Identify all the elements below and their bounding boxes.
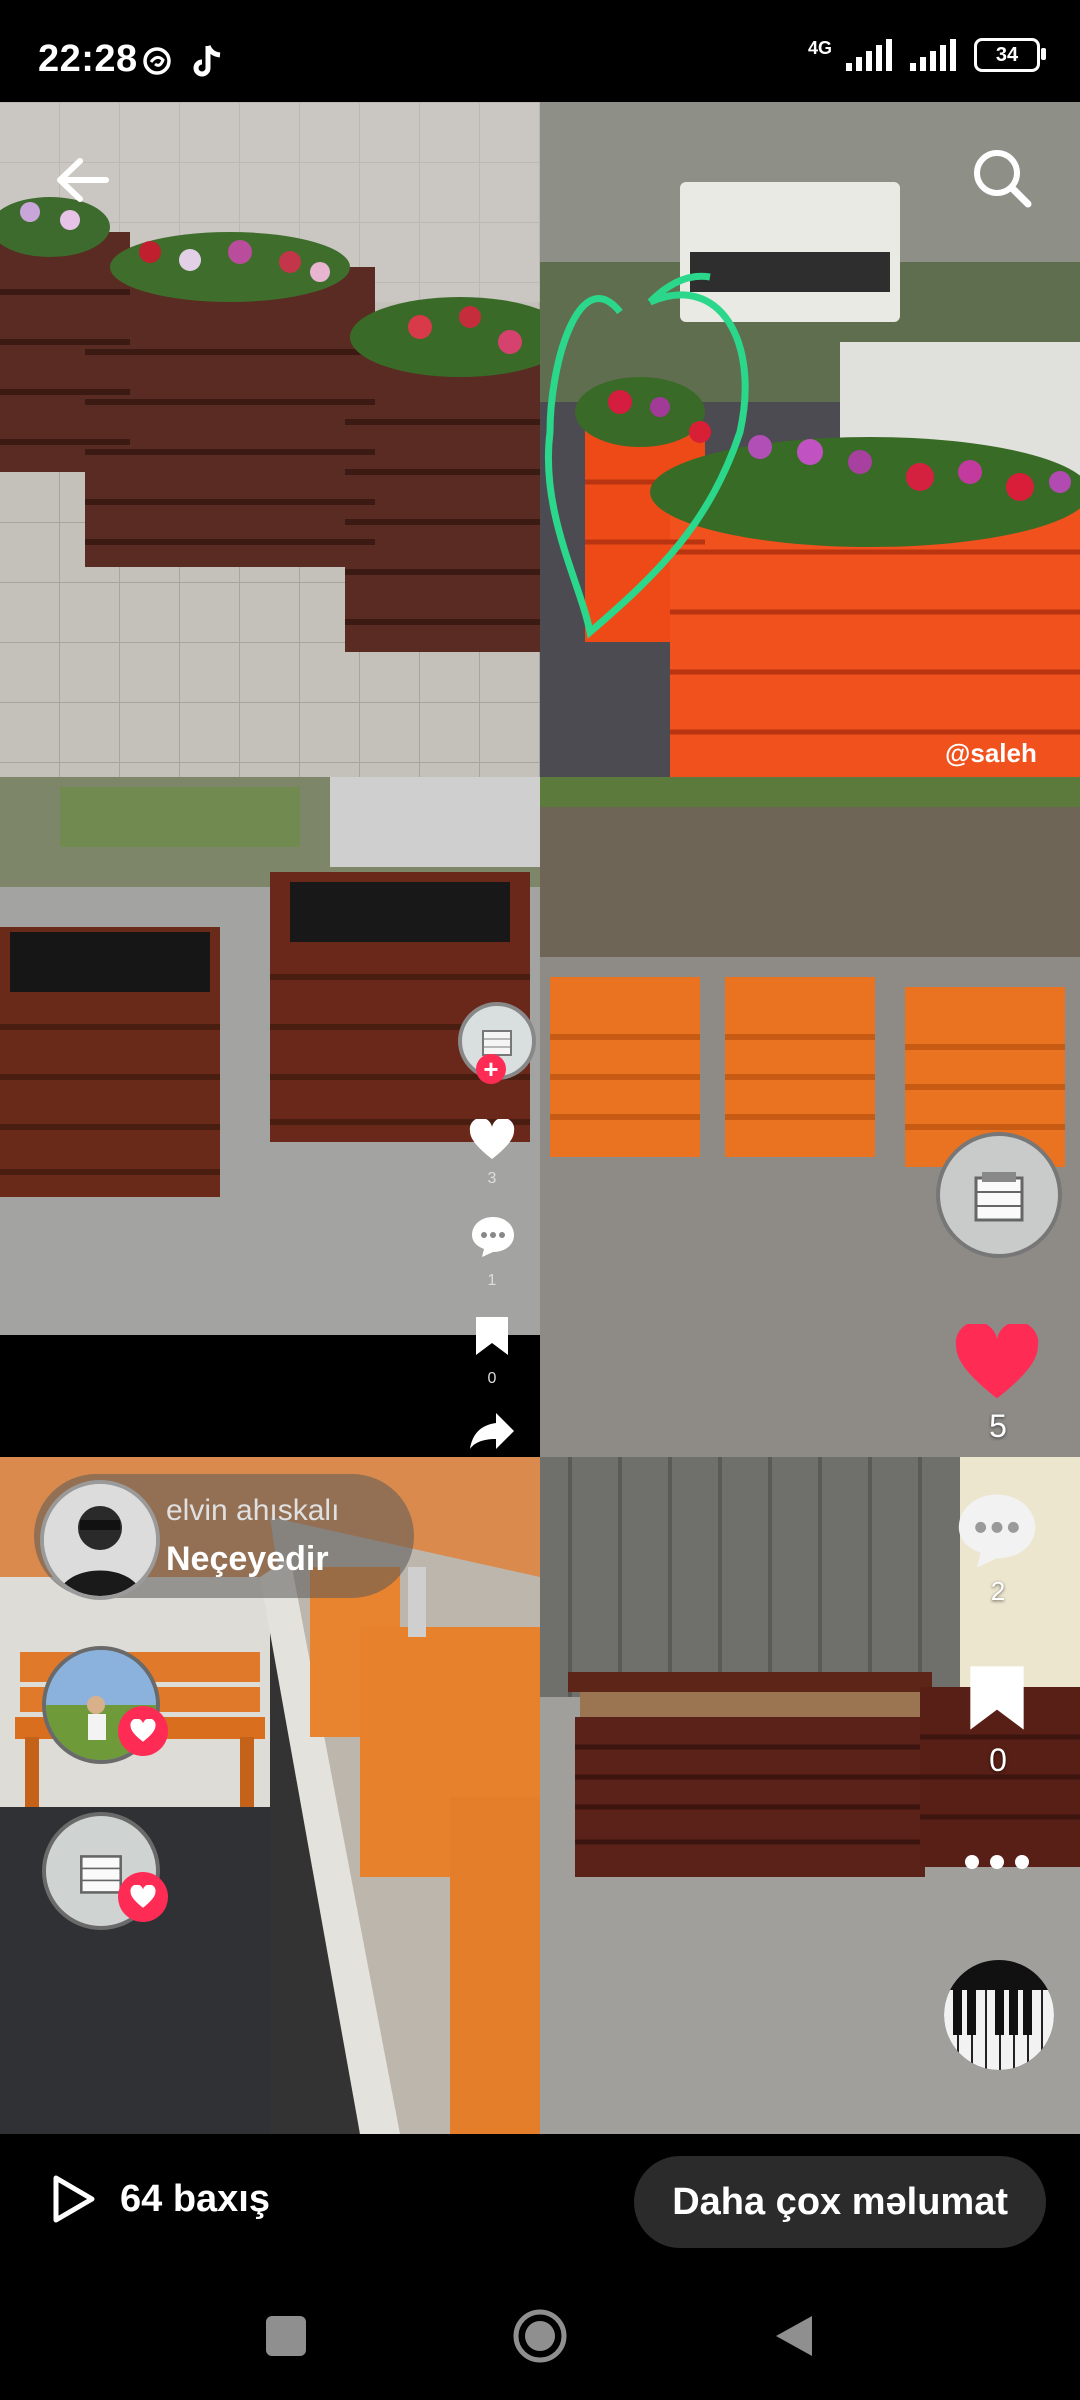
like-button-small[interactable] <box>466 1115 518 1165</box>
like-count: 5 <box>989 1408 1007 1444</box>
creator-profile-avatar[interactable] <box>40 1480 160 1600</box>
heart-icon <box>469 1119 515 1159</box>
save-button-small[interactable] <box>470 1312 514 1360</box>
liked-badge-1 <box>118 1706 168 1756</box>
home-button[interactable] <box>512 2308 568 2364</box>
bookmark-icon <box>970 1666 1024 1730</box>
bookmark-icon <box>476 1317 508 1355</box>
status-time: 22:28 <box>38 38 138 80</box>
comment-icon <box>958 1494 1036 1568</box>
views-button[interactable]: 64 baxış <box>50 2174 270 2224</box>
like-button[interactable] <box>950 1320 1044 1406</box>
play-icon <box>53 2175 95 2223</box>
tile-gap <box>0 1335 540 1457</box>
network-type: 4G <box>807 37 832 58</box>
threads-icon <box>140 44 174 83</box>
status-icons: 4G 34 <box>807 37 1046 72</box>
save-button[interactable] <box>960 1658 1034 1738</box>
liked-badge-2 <box>118 1872 168 1922</box>
save-count: 0 <box>989 1742 1007 1778</box>
battery-icon: 34 <box>974 38 1046 72</box>
search-button[interactable] <box>960 136 1044 220</box>
system-nav-bar <box>0 2272 1080 2400</box>
video-title: Neçeyedir <box>166 1540 329 1578</box>
piano-keys-icon <box>944 1990 1054 2070</box>
heart-icon <box>130 1885 156 1908</box>
comment-button-small[interactable] <box>468 1212 518 1262</box>
comment-icon <box>472 1217 514 1257</box>
recents-button[interactable] <box>266 2316 306 2356</box>
search-icon <box>974 150 1032 208</box>
heart-icon-filled <box>955 1324 1039 1399</box>
plus-icon: + <box>483 1054 499 1084</box>
share-button-small[interactable] <box>466 1408 518 1454</box>
follow-button-small[interactable]: + <box>476 1054 506 1084</box>
tiktok-icon <box>190 44 224 85</box>
share-icon <box>470 1413 514 1449</box>
signal-icon-2 <box>910 39 956 71</box>
back-arrow-icon <box>57 158 109 202</box>
creator-avatar[interactable] <box>936 1132 1062 1258</box>
creator-name: elvin ahıskalı <box>166 1494 340 1527</box>
comment-count-small: 1 <box>487 1272 497 1289</box>
tile-watermark: @saleh <box>945 738 1037 768</box>
person-avatar-icon <box>44 1484 156 1596</box>
views-count: 64 baxış <box>120 2177 270 2220</box>
home-circle-icon <box>513 2309 567 2363</box>
system-back-button[interactable] <box>772 2312 818 2360</box>
back-button[interactable] <box>42 140 122 220</box>
music-disc[interactable] <box>944 1960 1054 2070</box>
planter-thumbnail-icon <box>974 1172 1024 1222</box>
like-count-small: 3 <box>487 1170 497 1187</box>
more-info-button[interactable]: Daha çox məlumat <box>634 2156 1046 2248</box>
status-bar: 22:28 4G 34 <box>0 0 1080 102</box>
photo-tile-brown-square-planters[interactable] <box>0 777 540 1335</box>
signal-icon-1 <box>846 39 892 71</box>
back-triangle-icon <box>776 2316 812 2356</box>
battery-level: 34 <box>995 43 1019 66</box>
comment-count: 2 <box>990 1576 1006 1606</box>
heart-icon <box>130 1719 156 1742</box>
more-dots-icon <box>965 1855 1029 1869</box>
save-count-small: 0 <box>487 1370 497 1387</box>
comment-button[interactable] <box>952 1488 1042 1574</box>
bottom-info-bar: 64 baxış Daha çox məlumat <box>0 2134 1080 2272</box>
more-options-button[interactable] <box>954 1842 1040 1882</box>
